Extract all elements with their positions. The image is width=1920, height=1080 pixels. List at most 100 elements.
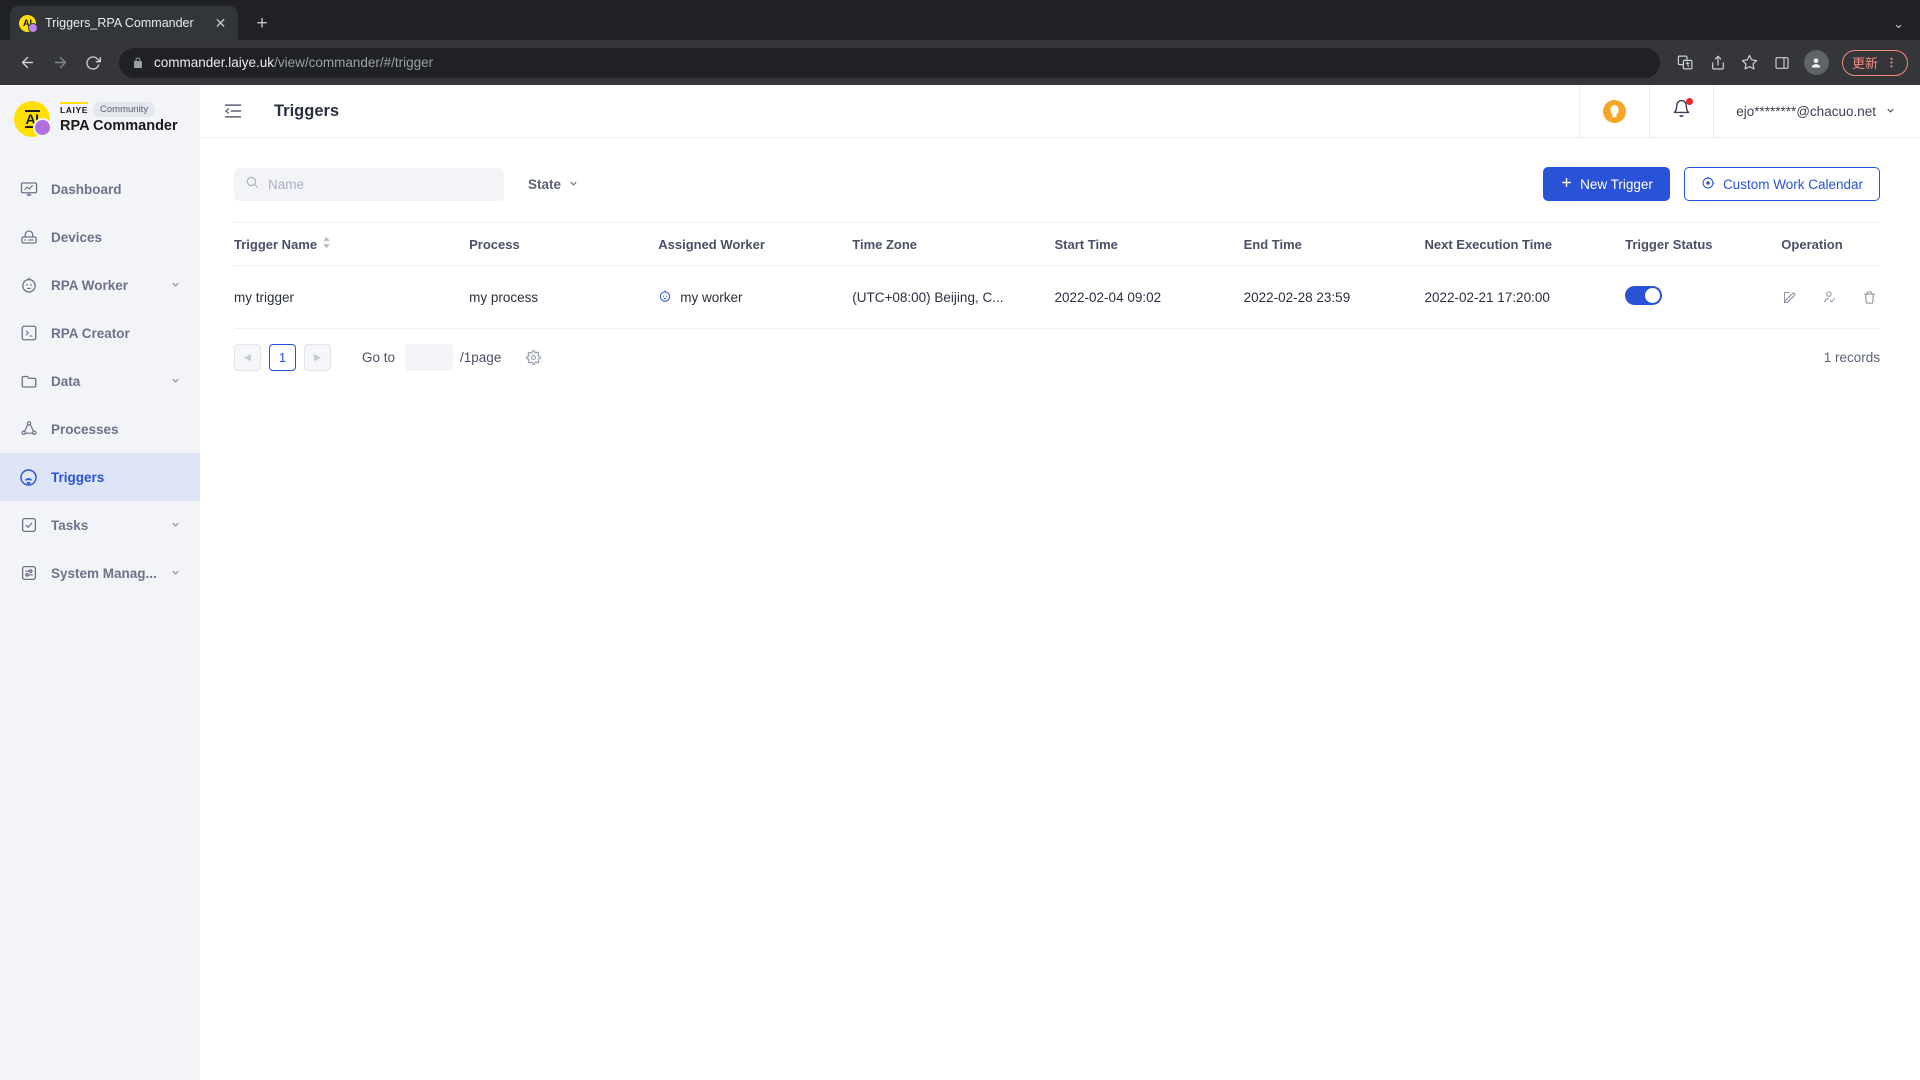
chevron-down-icon[interactable]: ⌄ (1893, 16, 1920, 32)
table-body: my trigger my process my worker (UTC+08:… (234, 265, 1880, 329)
records-count: 1 records (1823, 350, 1880, 365)
sidebar-item-label: RPA Creator (51, 325, 130, 341)
notification-bell-button[interactable] (1649, 85, 1713, 137)
goto-label: Go to (362, 350, 396, 365)
brand-text: LAIYE Community RPA Commander (60, 101, 178, 137)
user-menu[interactable]: ejo********@chacuo.net (1713, 85, 1920, 137)
translate-icon[interactable] (1671, 48, 1701, 78)
collapse-sidebar-icon[interactable] (222, 100, 244, 122)
brand-block[interactable]: AI LAIYE Community RPA Commander (0, 85, 200, 157)
vendor-label: LAIYE (60, 102, 89, 115)
sidebar-item-label: System Manag... (51, 565, 157, 581)
primary-actions: New Trigger Custom Work Calendar (1543, 167, 1880, 201)
edit-icon[interactable] (1781, 289, 1798, 306)
toolbar-actions: 更新 (1671, 48, 1908, 78)
sidebar-item-rpa-worker[interactable]: RPA Worker (0, 261, 200, 309)
cell-time-zone: (UTC+08:00) Beijing, C... (852, 265, 1055, 329)
notification-badge (1686, 98, 1694, 105)
browser-toolbar: commander.laiye.uk/view/commander/#/trig… (0, 40, 1920, 85)
sidebar-nav: Dashboard Devices RPA Worker RPA Creator… (0, 157, 200, 597)
chevron-down-icon (568, 177, 579, 192)
state-filter-label: State (528, 176, 562, 192)
app-root: AI LAIYE Community RPA Commander Dashboa… (0, 85, 1920, 1080)
laiye-ai-favicon: AI (19, 14, 38, 33)
target-gear-icon (1701, 176, 1715, 193)
sidebar-item-devices[interactable]: Devices (0, 213, 200, 261)
column-process: Process (469, 222, 659, 266)
delete-trash-icon[interactable] (1861, 289, 1878, 306)
logo-text: AI (24, 109, 40, 129)
plus-icon[interactable]: + (248, 9, 276, 37)
edition-badge: Community (93, 102, 156, 117)
page-suffix-label: /1page (460, 350, 502, 365)
sort-arrows-icon[interactable] (322, 236, 331, 252)
sidebar-item-label: Triggers (51, 469, 105, 485)
page-title: Triggers (274, 101, 340, 120)
lightbulb-icon[interactable] (1579, 85, 1649, 137)
checkbox-task-icon (19, 516, 38, 535)
side-panel-icon[interactable] (1767, 48, 1797, 78)
share-icon[interactable] (1703, 48, 1733, 78)
state-filter-dropdown[interactable]: State (528, 177, 579, 192)
sidebar-item-triggers[interactable]: Triggers (0, 453, 200, 501)
search-input[interactable] (268, 176, 493, 192)
sidebar-item-label: Processes (51, 421, 119, 437)
sidebar-item-dashboard[interactable]: Dashboard (0, 165, 200, 213)
sidebar-item-label: Data (51, 373, 81, 389)
tab-title: Triggers_RPA Commander (45, 16, 194, 30)
chevron-down-icon (170, 518, 181, 533)
back-arrow-icon[interactable] (12, 48, 42, 78)
process-graph-icon (19, 420, 38, 439)
custom-work-calendar-button[interactable]: Custom Work Calendar (1683, 167, 1880, 201)
column-time-zone: Time Zone (852, 222, 1055, 266)
update-button[interactable]: 更新 (1841, 49, 1908, 76)
laiye-ai-logo: AI (14, 101, 52, 137)
browser-window: AI Triggers_RPA Commander ✕ + ⌄ commande… (0, 0, 1920, 1080)
update-label: 更新 (1851, 56, 1878, 71)
table-head: Trigger Name Process Assigned Worker Tim… (234, 222, 1880, 266)
topbar-actions: ejo********@chacuo.net (1579, 85, 1920, 137)
goto-page-input[interactable] (405, 344, 454, 371)
page-number-1[interactable]: 1 (269, 344, 296, 371)
assign-user-icon[interactable] (1821, 289, 1838, 306)
column-start-time: Start Time (1054, 222, 1244, 266)
profile-avatar-icon[interactable] (1803, 50, 1829, 75)
sidebar-item-processes[interactable]: Processes (0, 405, 200, 453)
search-input-wrapper[interactable] (234, 167, 504, 201)
brand-top-row: LAIYE Community (60, 102, 178, 117)
cell-end-time: 2022-02-28 23:59 (1243, 265, 1425, 329)
trigger-signal-icon (19, 468, 38, 487)
worker-name: my worker (680, 289, 743, 305)
triggers-table: Trigger Name Process Assigned Worker Tim… (234, 222, 1880, 329)
sidebar-item-label: Tasks (51, 517, 89, 533)
close-icon[interactable]: ✕ (212, 15, 229, 32)
sidebar-item-system-management[interactable]: System Manag... (0, 549, 200, 597)
gear-icon[interactable] (526, 350, 542, 365)
filter-toolbar: State New Trigger (234, 166, 1880, 202)
star-icon[interactable] (1735, 48, 1765, 78)
address-bar[interactable]: commander.laiye.uk/view/commander/#/trig… (119, 47, 1660, 78)
chevron-down-icon (1885, 104, 1896, 119)
cell-trigger-status (1625, 265, 1782, 329)
reload-icon[interactable] (78, 48, 108, 78)
column-trigger-name[interactable]: Trigger Name (234, 222, 470, 266)
caret-right-icon[interactable]: ▶ (304, 344, 331, 371)
sidebar-item-tasks[interactable]: Tasks (0, 501, 200, 549)
column-next-execution-time: Next Execution Time (1424, 222, 1626, 266)
cell-start-time: 2022-02-04 09:02 (1054, 265, 1244, 329)
browser-tab[interactable]: AI Triggers_RPA Commander ✕ (10, 6, 238, 40)
sidebar-item-label: Devices (51, 229, 103, 245)
sidebar-item-rpa-creator[interactable]: RPA Creator (0, 309, 200, 357)
sidebar-item-data[interactable]: Data (0, 357, 200, 405)
product-name: RPA Commander (60, 118, 178, 134)
search-icon (245, 175, 259, 194)
page-topbar: Triggers ejo********@chacuo.net (200, 85, 1920, 138)
three-dots-menu-icon[interactable] (1885, 56, 1898, 69)
status-toggle[interactable] (1625, 286, 1663, 305)
table-header-row: Trigger Name Process Assigned Worker Tim… (234, 222, 1880, 266)
table-row[interactable]: my trigger my process my worker (UTC+08:… (234, 265, 1880, 329)
forward-arrow-icon[interactable] (45, 48, 75, 78)
caret-left-icon[interactable]: ◀ (234, 344, 261, 371)
custom-work-calendar-label: Custom Work Calendar (1722, 176, 1863, 192)
new-trigger-button[interactable]: New Trigger (1543, 167, 1670, 201)
